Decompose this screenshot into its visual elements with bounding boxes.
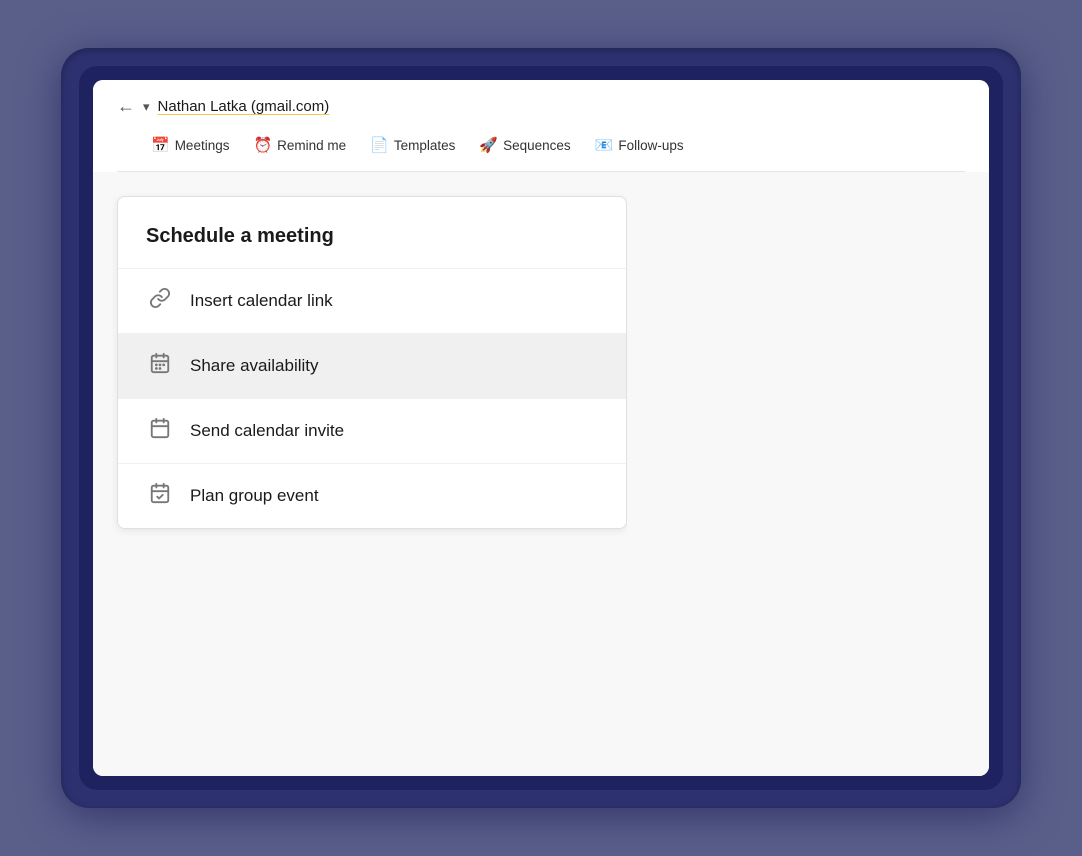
screen: ← ▾ Nathan Latka (gmail.com) 📅 Meetings … (93, 80, 989, 776)
link-icon (146, 287, 174, 315)
send-calendar-icon (146, 417, 174, 445)
plan-group-event-icon (146, 482, 174, 510)
main-content: Schedule a meeting Insert calendar link (93, 172, 989, 776)
meetings-label: Meetings (175, 138, 230, 153)
follow-ups-icon: 📧 (595, 136, 614, 154)
sequences-icon: 🚀 (479, 136, 498, 154)
toolbar-item-sequences[interactable]: 🚀 Sequences (469, 131, 580, 159)
meetings-icon: 📅 (151, 136, 170, 154)
toolbar-item-templates[interactable]: 📄 Templates (360, 131, 465, 159)
schedule-meeting-panel: Schedule a meeting Insert calendar link (117, 196, 627, 529)
toolbar: 📅 Meetings ⏰ Remind me 📄 Templates 🚀 Seq… (117, 131, 965, 172)
sequences-label: Sequences (503, 138, 571, 153)
menu-item-plan-group-event[interactable]: Plan group event (118, 463, 626, 528)
recipient-name[interactable]: Nathan Latka (gmail.com) (158, 98, 330, 115)
header-bar: ← ▾ Nathan Latka (gmail.com) 📅 Meetings … (93, 80, 989, 172)
back-button[interactable]: ← (117, 96, 135, 117)
menu-item-share-availability[interactable]: Share availability (118, 333, 626, 398)
share-availability-icon (146, 352, 174, 380)
recipient-row: ← ▾ Nathan Latka (gmail.com) (117, 96, 965, 117)
remind-me-label: Remind me (277, 138, 346, 153)
share-availability-label: Share availability (190, 356, 319, 376)
follow-ups-label: Follow-ups (618, 138, 683, 153)
menu-item-insert-calendar-link[interactable]: Insert calendar link (118, 268, 626, 333)
menu-item-send-calendar-invite[interactable]: Send calendar invite (118, 398, 626, 463)
panel-title: Schedule a meeting (118, 197, 626, 268)
inner-frame: ← ▾ Nathan Latka (gmail.com) 📅 Meetings … (79, 66, 1003, 790)
outer-frame: ← ▾ Nathan Latka (gmail.com) 📅 Meetings … (61, 48, 1021, 808)
dropdown-arrow-button[interactable]: ▾ (143, 99, 150, 115)
right-area (627, 172, 989, 776)
remind-me-icon: ⏰ (253, 136, 272, 154)
templates-icon: 📄 (370, 136, 389, 154)
plan-group-event-label: Plan group event (190, 486, 319, 506)
toolbar-item-meetings[interactable]: 📅 Meetings (141, 131, 239, 159)
send-calendar-invite-label: Send calendar invite (190, 421, 344, 441)
insert-calendar-link-label: Insert calendar link (190, 291, 333, 311)
toolbar-item-follow-ups[interactable]: 📧 Follow-ups (585, 131, 694, 159)
templates-label: Templates (394, 138, 456, 153)
toolbar-item-remind-me[interactable]: ⏰ Remind me (243, 131, 356, 159)
